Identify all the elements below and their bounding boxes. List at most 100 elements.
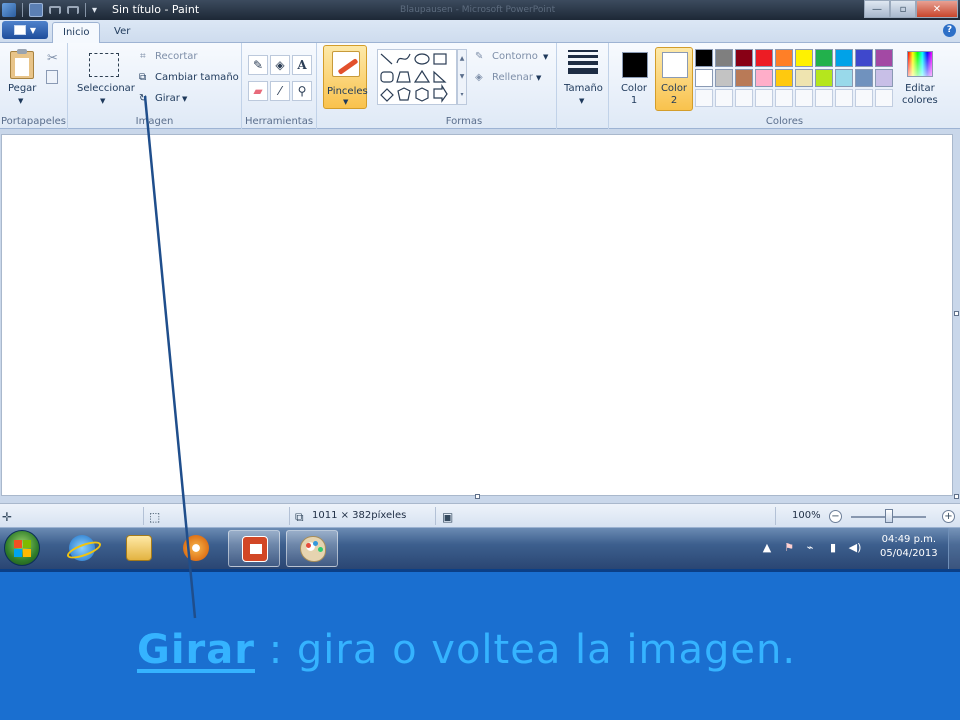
maximize-button[interactable]: ▫ [890, 0, 916, 18]
tab-inicio[interactable]: Inicio [52, 22, 101, 43]
fill-button[interactable]: Rellenar [492, 72, 533, 83]
rotate-button[interactable]: Girar [155, 93, 180, 104]
tab-ver[interactable]: Ver [104, 22, 140, 43]
taskbar-paint[interactable] [286, 530, 338, 567]
network-icon[interactable]: ▮ [826, 541, 840, 555]
palette-custom-slot[interactable] [735, 89, 753, 107]
cut-icon[interactable]: ✂ [47, 51, 58, 66]
resize-handle-bottom[interactable] [475, 494, 480, 499]
volume-icon[interactable]: ◀) [848, 541, 862, 555]
resize-handle-right[interactable] [954, 311, 959, 316]
palette-swatch[interactable] [715, 49, 733, 67]
color2-button[interactable]: Color 2 [655, 47, 693, 111]
magnifier-icon[interactable]: ⚲ [292, 81, 312, 101]
chevron-down-icon[interactable]: ▼ [100, 97, 105, 105]
palette-custom-slot[interactable] [775, 89, 793, 107]
zoom-in-button[interactable]: + [942, 510, 955, 523]
close-button[interactable]: ✕ [916, 0, 958, 18]
eraser-icon[interactable]: ▰ [248, 81, 268, 101]
chevron-down-icon[interactable]: ▼ [182, 95, 187, 103]
palette-swatch[interactable] [875, 69, 893, 87]
minimize-button[interactable]: — [864, 0, 890, 18]
paste-button-label[interactable]: Pegar [8, 83, 36, 94]
fill-icon[interactable]: ◈ [270, 55, 290, 75]
show-hidden-icons-icon[interactable]: ▲ [760, 541, 774, 555]
palette-custom-slot[interactable] [755, 89, 773, 107]
taskbar-file-explorer[interactable] [113, 530, 165, 567]
zoom-slider-thumb[interactable] [884, 509, 893, 523]
crop-button[interactable]: Recortar [155, 51, 198, 62]
outline-icon[interactable]: ✎ [475, 51, 483, 62]
palette-custom-slot[interactable] [795, 89, 813, 107]
color1-button[interactable]: Color 1 [615, 47, 653, 111]
palette-swatch[interactable] [815, 69, 833, 87]
palette-swatch[interactable] [855, 69, 873, 87]
chevron-down-icon[interactable]: ▼ [579, 97, 584, 105]
palette-custom-slot[interactable] [835, 89, 853, 107]
system-clock[interactable]: 04:49 p.m. 05/04/2013 [880, 533, 938, 561]
palette-swatch[interactable] [775, 49, 793, 67]
rotate-icon[interactable]: ↻ [139, 93, 147, 104]
palette-swatch[interactable] [795, 69, 813, 87]
chevron-down-icon[interactable]: ▼ [18, 97, 23, 105]
resize-icon[interactable]: ⧉ [139, 72, 146, 83]
edit-colors-icon[interactable] [907, 51, 933, 77]
customize-qat-icon[interactable]: ▾ [92, 5, 97, 16]
palette-swatch[interactable] [775, 69, 793, 87]
size-icon[interactable] [568, 50, 598, 77]
palette-swatch[interactable] [715, 69, 733, 87]
drawing-canvas[interactable] [1, 134, 953, 496]
zoom-out-button[interactable]: − [829, 510, 842, 523]
palette-swatch[interactable] [735, 69, 753, 87]
palette-custom-slot[interactable] [875, 89, 893, 107]
undo-icon[interactable] [49, 6, 61, 14]
action-center-icon[interactable]: ⚑ [782, 541, 796, 555]
taskbar-media-player[interactable] [170, 530, 222, 567]
palette-swatch[interactable] [755, 49, 773, 67]
shapes-gallery[interactable] [377, 49, 457, 105]
palette-swatch[interactable] [695, 49, 713, 67]
palette-swatch[interactable] [835, 69, 853, 87]
select-button-label[interactable]: Seleccionar [77, 83, 135, 94]
palette-custom-slot[interactable] [815, 89, 833, 107]
select-icon[interactable] [89, 53, 119, 77]
brushes-button[interactable]: Pinceles ▼ [323, 45, 368, 109]
palette-swatch[interactable] [735, 49, 753, 67]
palette-swatch[interactable] [855, 49, 873, 67]
pencil-icon[interactable]: ✎ [248, 55, 268, 75]
palette-custom-slot[interactable] [715, 89, 733, 107]
size-button-label[interactable]: Tamaño [564, 83, 603, 94]
save-icon[interactable] [29, 3, 43, 17]
help-icon[interactable]: ? [943, 24, 956, 37]
chevron-down-icon[interactable]: ▼ [536, 74, 541, 82]
palette-custom-slot[interactable] [855, 89, 873, 107]
power-icon[interactable]: ⌁ [803, 541, 817, 555]
crop-icon[interactable]: ⌗ [140, 51, 146, 62]
resize-button[interactable]: Cambiar tamaño [155, 72, 239, 83]
resize-handle-corner[interactable] [954, 494, 959, 499]
palette-swatch[interactable] [815, 49, 833, 67]
paint-menu-button[interactable]: ▼ [2, 21, 48, 39]
palette-swatch[interactable] [695, 69, 713, 87]
color1-label: Color 1 [616, 83, 652, 107]
show-desktop-button[interactable] [948, 528, 960, 569]
color-picker-icon[interactable]: ⁄ [270, 81, 290, 101]
redo-icon[interactable] [67, 6, 79, 14]
text-icon[interactable]: A [292, 55, 312, 75]
paste-icon[interactable] [10, 49, 34, 79]
palette-swatch[interactable] [835, 49, 853, 67]
taskbar-internet-explorer[interactable] [56, 530, 108, 567]
start-button[interactable] [4, 530, 40, 566]
chevron-down-icon[interactable]: ▼ [543, 53, 548, 61]
fill-shape-icon[interactable]: ◈ [475, 72, 483, 83]
edit-colors-button[interactable]: Editar colores [902, 83, 938, 107]
taskbar-powerpoint[interactable] [228, 530, 280, 567]
palette-swatch[interactable] [795, 49, 813, 67]
shapes-scroll[interactable]: ▲ ▼ ▾ [457, 49, 467, 105]
outline-button[interactable]: Contorno [492, 51, 538, 62]
paint-app-icon[interactable] [2, 3, 16, 17]
palette-swatch[interactable] [875, 49, 893, 67]
palette-custom-slot[interactable] [695, 89, 713, 107]
copy-icon[interactable] [46, 70, 58, 84]
palette-swatch[interactable] [755, 69, 773, 87]
